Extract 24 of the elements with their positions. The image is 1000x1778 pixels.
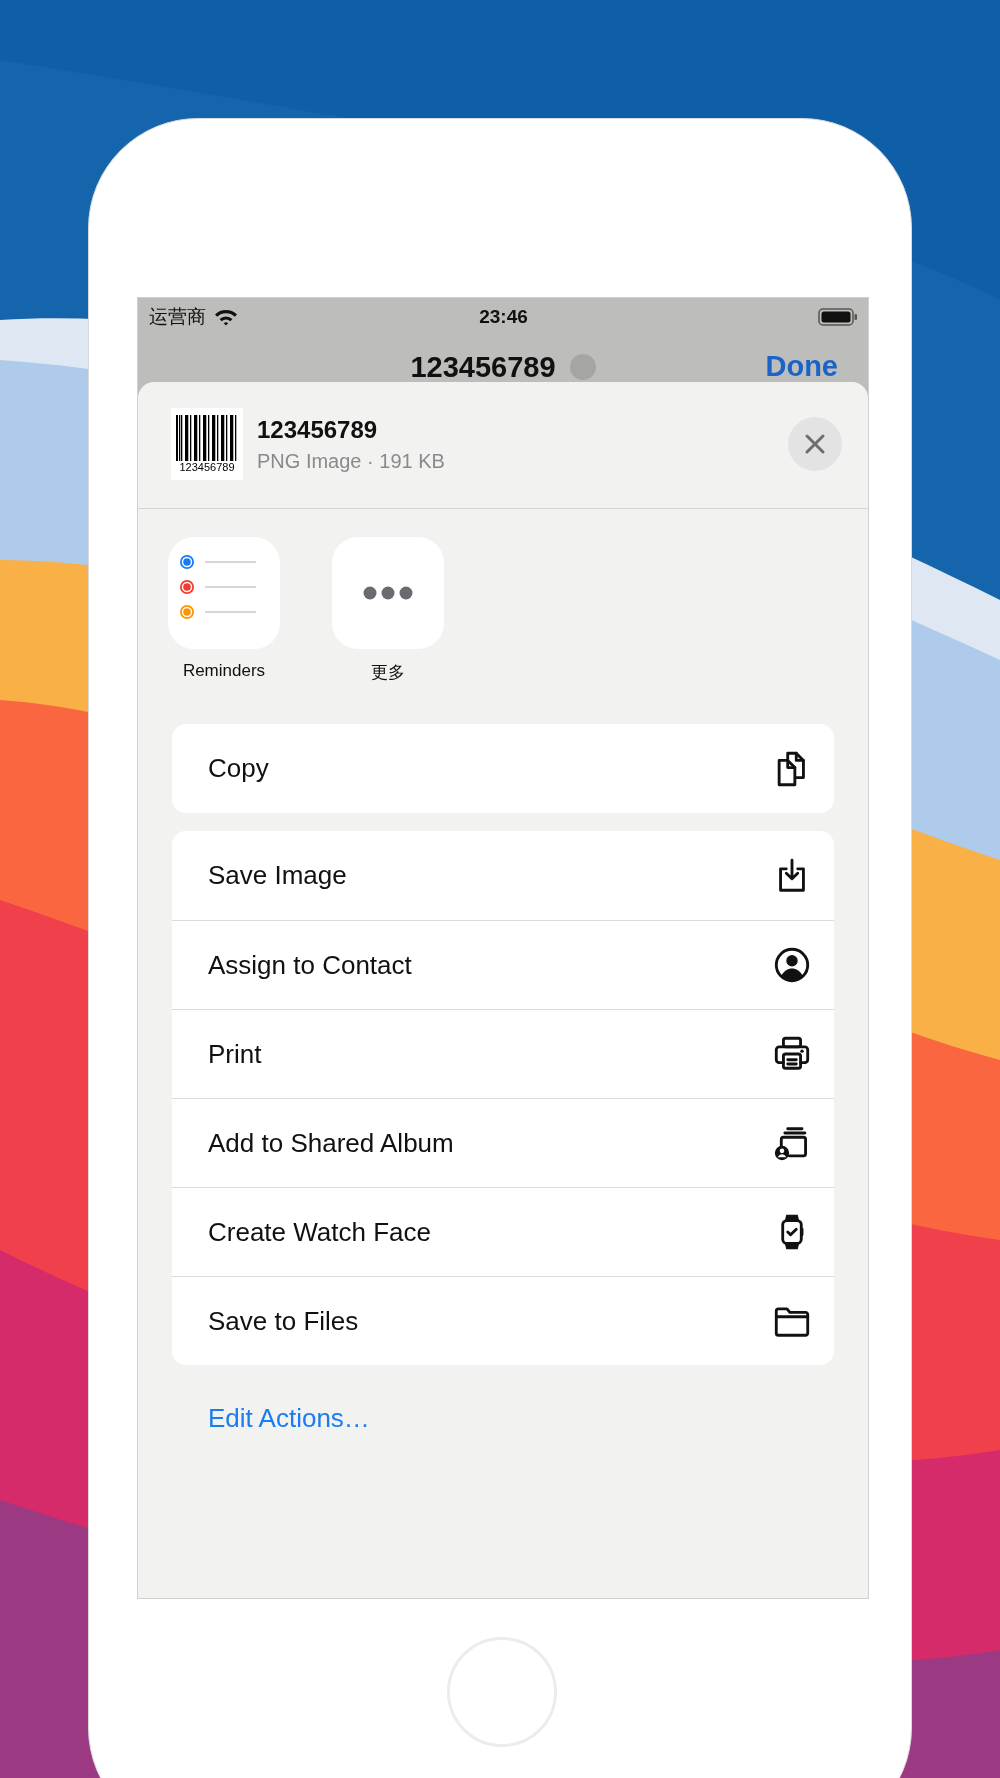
action-row[interactable]: Copy xyxy=(172,724,834,813)
action-row[interactable]: Save to Files xyxy=(172,1276,834,1365)
edit-actions-link[interactable]: Edit Actions… xyxy=(208,1403,370,1434)
file-title: 123456789 xyxy=(257,415,379,444)
barcode-caption: 123456789 xyxy=(179,461,235,473)
status-time: 23:46 xyxy=(479,306,528,328)
battery-icon xyxy=(818,307,858,327)
barcode-icon xyxy=(176,415,238,461)
app-label[interactable]: Reminders xyxy=(182,661,266,681)
more-app-icon[interactable] xyxy=(332,537,444,649)
carrier-name: 运营商 xyxy=(149,305,206,329)
reminders-app-icon[interactable] xyxy=(168,537,280,649)
person-icon xyxy=(772,945,812,985)
file-info: PNG Image · 191 KB xyxy=(257,449,446,473)
close-icon xyxy=(804,433,826,455)
wifi-icon xyxy=(214,308,238,326)
action-row[interactable]: Assign to Contact xyxy=(172,920,834,1009)
action-row[interactable]: Create Watch Face xyxy=(172,1187,834,1276)
action-row[interactable]: Add to Shared Album xyxy=(172,1098,834,1187)
nav-title: 123456789 xyxy=(410,350,556,384)
app-label[interactable]: 更多 xyxy=(371,661,405,684)
action-row[interactable]: Print xyxy=(172,1009,834,1098)
ellipsis-icon xyxy=(363,586,413,600)
action-row[interactable]: Save Image xyxy=(172,831,834,920)
